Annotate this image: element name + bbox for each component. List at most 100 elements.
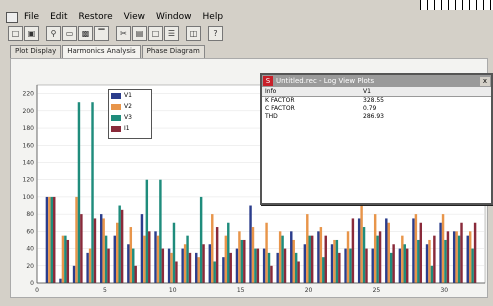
cut-icon[interactable]: ✂ [116,25,131,41]
bar-i1 [107,248,110,283]
bar-i1 [134,265,137,283]
bar-v3 [132,248,135,283]
x-tick-label: 25 [373,287,381,294]
chart-legend: V1 V2 V3 I1 [108,89,152,139]
y-tick-label: 160 [23,142,35,149]
bar-v2 [75,196,78,283]
tab-plot-display[interactable]: Plot Display [10,45,62,58]
tab-phase-diagram[interactable]: Phase Diagram [141,45,205,58]
bar-v3 [186,235,189,283]
bar-i1 [202,244,205,283]
system-menu-icon[interactable] [6,11,18,23]
toolbar: □ ▣ ⚲ ▭ ▩ ▔ ✂ ▤ □ ☰ ◫ ? [8,25,224,41]
print-icon[interactable]: ▤ [132,25,147,41]
bar-v3 [444,239,447,283]
menu-window[interactable]: Window [156,12,192,22]
bar-v1 [140,214,144,283]
save-icon[interactable]: ▣ [24,25,39,41]
menu-view[interactable]: View [124,12,145,22]
help-icon[interactable]: ? [208,25,223,41]
bar-v2 [346,231,350,283]
log-column-info[interactable]: Info [262,87,363,96]
tab-harmonics-analysis[interactable]: Harmonics Analysis [62,45,141,58]
bar-v1 [303,244,307,283]
y-tick-label: 180 [23,125,35,132]
menu-help[interactable]: Help [203,12,224,22]
bar-v2 [61,235,65,283]
zoom-icon[interactable]: ⚲ [46,25,61,41]
bar-i1 [351,218,355,283]
bar-v1 [276,252,279,283]
bar-v3 [430,265,434,283]
bar-i1 [338,252,341,283]
bar-i1 [297,261,300,283]
log-window-title: Untitled.rec - Log View Plots [276,77,375,85]
app-logo-icon: S [263,76,273,86]
bar-i1 [310,235,314,283]
bar-v3 [91,102,94,283]
log-row-thd[interactable]: THD 286.93 [262,113,491,121]
bar-v1 [181,248,184,283]
bar-i1 [161,248,165,283]
log-window-titlebar[interactable]: S Untitled.rec - Log View Plots x [262,75,491,87]
window-icon[interactable]: ◫ [186,25,201,41]
log-row-value: 328.55 [363,97,384,104]
bar-v2 [211,214,214,283]
open-icon[interactable]: □ [8,25,23,41]
bar-v3 [349,248,352,283]
bar-v3 [172,222,176,283]
x-tick-label: 15 [237,287,245,294]
menu-edit[interactable]: Edit [50,12,67,22]
bar-v1 [222,257,225,283]
bar-i1 [283,248,287,283]
frame-icon[interactable]: ▭ [62,25,77,41]
bar-i1 [365,248,368,283]
log-row-value: 286.93 [363,113,384,120]
log-table-header: Info V1 [262,87,491,97]
log-row-value: 0.79 [363,105,377,112]
x-tick-label: 5 [103,287,107,294]
bar-v2 [401,235,404,283]
legend-swatch-v2 [111,103,121,110]
bar-v2 [251,227,255,283]
bar-i1 [270,265,273,283]
legend-label-i1: I1 [124,125,130,132]
bar-v3 [118,205,121,283]
bar-v1 [249,205,252,283]
bar-v1 [208,244,212,283]
bar-i1 [66,239,70,283]
y-tick-label: 140 [23,159,35,166]
bar-v1 [425,244,429,283]
bar-v2 [88,248,92,283]
bar-v1 [412,218,415,283]
bar-v3 [294,252,298,283]
copy-icon[interactable]: ▩ [78,25,93,41]
menu-restore[interactable]: Restore [79,12,113,22]
x-tick-label: 20 [305,287,313,294]
bar-v1 [72,265,76,283]
bar-i1 [446,231,450,283]
close-icon[interactable]: x [480,76,490,86]
log-column-v1[interactable]: V1 [363,87,483,96]
log-row-label: C FACTOR [265,105,295,112]
ruler-strip [420,0,493,10]
menu-file[interactable]: File [24,12,39,22]
bar-v1 [45,196,49,283]
paste-icon[interactable]: □ [148,25,163,41]
chart-icon[interactable]: ▔ [94,25,109,41]
log-row-label: K FACTOR [265,97,295,104]
export-icon[interactable]: ☰ [164,25,179,41]
bar-v3 [376,235,379,283]
bar-v1 [398,248,402,283]
log-row-k-factor[interactable]: K FACTOR 328.55 [262,97,491,105]
bar-v2 [428,239,431,283]
bar-v3 [335,239,339,283]
bar-v2 [455,231,458,283]
bar-v1 [262,248,266,283]
legend-row-v1: V1 [109,90,151,101]
tab-strip: Plot Display Harmonics Analysis Phase Di… [10,45,206,58]
bar-v2 [292,239,295,283]
bar-v2 [238,231,241,283]
bar-i1 [215,227,219,283]
log-row-c-factor[interactable]: C FACTOR 0.79 [262,105,491,113]
